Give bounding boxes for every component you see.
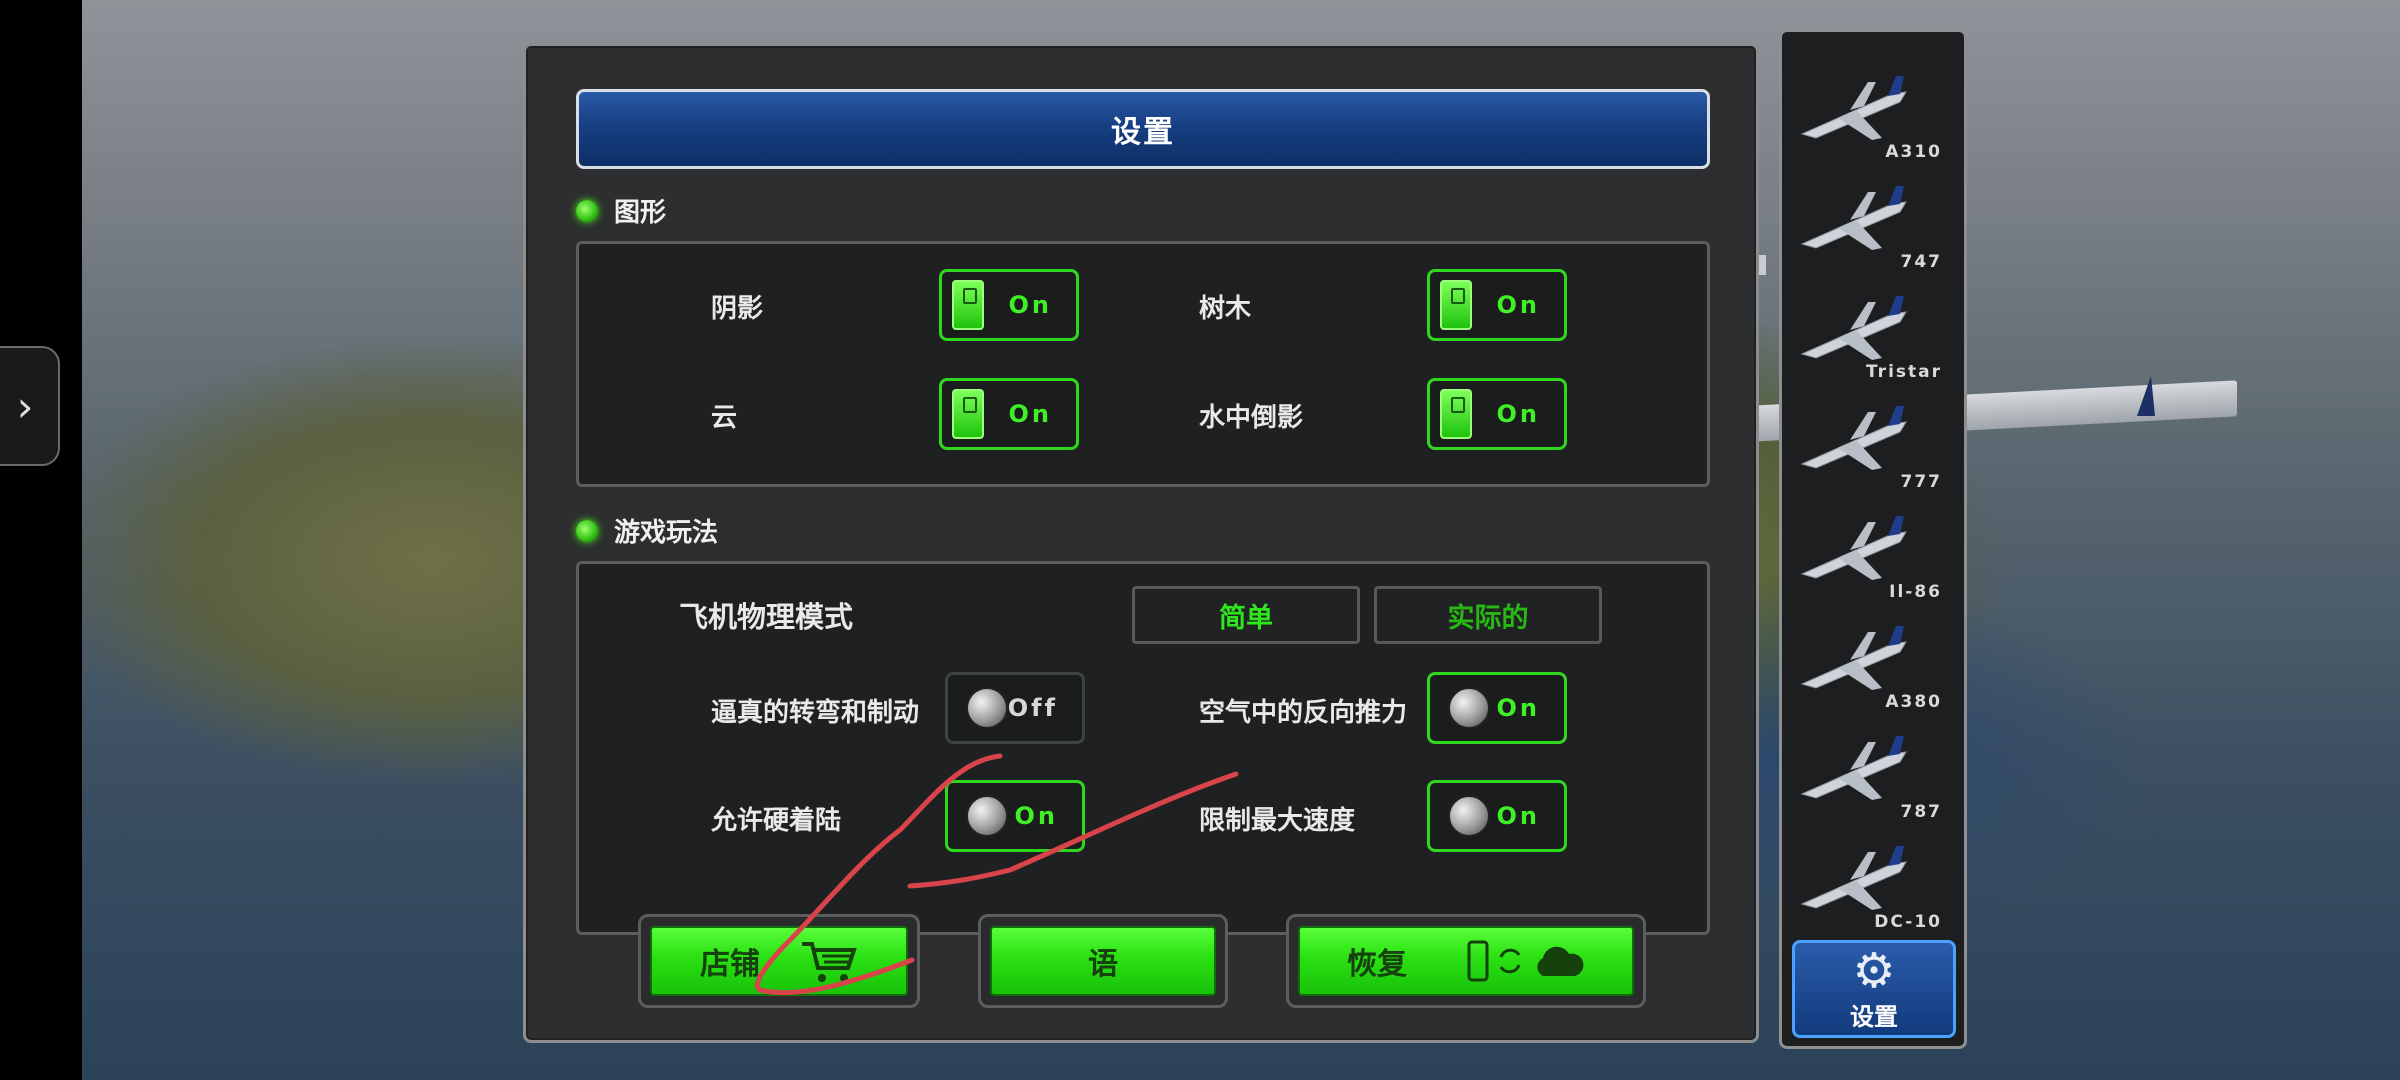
graphics-heading: 图形 — [614, 198, 667, 228]
aircraft-name: Il-86 — [1889, 582, 1942, 602]
gameplay-box: 飞机物理模式 简单 实际的 逼真的转弯和制动 Off 空气中的反向推力 On 允… — [576, 561, 1710, 935]
toggle-state: On — [1014, 802, 1058, 830]
toggle-state: On — [1496, 400, 1540, 428]
aircraft-item[interactable]: 787 — [1796, 728, 1950, 828]
physics-simple-button[interactable]: 简单 — [1132, 586, 1360, 644]
toggle-state: On — [1008, 400, 1052, 428]
gameplay-heading: 游戏玩法 — [614, 518, 719, 548]
aircraft-item[interactable]: A380 — [1796, 618, 1950, 718]
airplane-icon — [1800, 516, 1907, 580]
toggle-state: Off — [1007, 694, 1058, 722]
shopping-cart-icon — [802, 942, 857, 982]
status-dot-icon — [576, 199, 598, 222]
aircraft-name: 777 — [1900, 472, 1942, 492]
side-drawer-toggle[interactable]: › — [0, 346, 60, 466]
aircraft-item[interactable]: Tristar — [1796, 288, 1950, 388]
knob-icon — [966, 795, 1008, 837]
knob-icon — [966, 687, 1008, 729]
settings-tab[interactable]: ⚙ 设置 — [1792, 940, 1956, 1038]
aircraft-item[interactable]: 747 — [1796, 178, 1950, 278]
reverse-thrust-toggle[interactable]: On — [1427, 672, 1567, 744]
physics-realistic-button[interactable]: 实际的 — [1374, 586, 1602, 644]
aircraft-name: Tristar — [1865, 362, 1942, 382]
realistic-turning-label: 逼真的转弯和制动 — [711, 698, 920, 728]
graphics-box: 阴影 On 树木 On 云 On 水中倒影 On — [576, 241, 1710, 487]
aircraft-selector: A310 747 Tristar 777 Il-86 A380 787 DC-10 ⚙ 设置 — [1779, 29, 1967, 1049]
language-label: 语 — [1088, 947, 1118, 982]
aircraft-name: 787 — [1900, 802, 1942, 822]
aircraft-item[interactable]: Il-86 — [1796, 508, 1950, 608]
airplane-icon — [1800, 736, 1907, 800]
switch-icon — [1440, 280, 1472, 330]
trees-toggle[interactable]: On — [1427, 269, 1567, 341]
hard-landing-label: 允许硬着陆 — [711, 806, 842, 836]
restore-button[interactable]: 恢复 — [1286, 914, 1646, 1008]
graphics-section-header: 图形 — [576, 192, 666, 229]
clouds-toggle[interactable]: On — [939, 378, 1079, 450]
phone-icon — [1467, 940, 1489, 982]
knob-icon — [1448, 687, 1490, 729]
airplane-icon — [1800, 76, 1907, 140]
sync-icon — [1499, 948, 1521, 974]
clouds-label: 云 — [711, 403, 738, 433]
shop-label: 店铺 — [700, 947, 760, 982]
physics-mode-label: 飞机物理模式 — [679, 600, 854, 634]
shadows-label: 阴影 — [711, 294, 764, 324]
shadows-toggle[interactable]: On — [939, 269, 1079, 341]
aircraft-name: 747 — [1900, 252, 1942, 272]
switch-icon — [952, 280, 984, 330]
switch-icon — [952, 389, 984, 439]
settings-panel: 设置 图形 阴影 On 树木 On 云 On 水中倒影 On 游戏玩法 飞机物理… — [523, 43, 1759, 1043]
page-title: 设置 — [576, 89, 1710, 169]
toggle-state: On — [1496, 291, 1540, 319]
limit-max-speed-label: 限制最大速度 — [1199, 806, 1356, 836]
shop-button[interactable]: 店铺 — [638, 914, 920, 1008]
restore-label: 恢复 — [1347, 947, 1407, 982]
trees-label: 树木 — [1199, 294, 1252, 324]
airplane-icon — [1800, 296, 1907, 360]
gear-icon: ⚙ — [1852, 942, 1896, 999]
water-reflection-toggle[interactable]: On — [1427, 378, 1567, 450]
limit-max-speed-toggle[interactable]: On — [1427, 780, 1567, 852]
aircraft-item[interactable]: DC-10 — [1796, 838, 1950, 938]
airplane-icon — [1800, 846, 1907, 910]
chevron-right-icon: › — [16, 381, 34, 431]
airplane-icon — [1800, 406, 1907, 470]
airplane-icon — [1800, 626, 1907, 690]
airplane-wingtip — [2137, 376, 2155, 416]
aircraft-name: DC-10 — [1874, 912, 1942, 932]
settings-tab-label: 设置 — [1850, 1002, 1898, 1031]
gameplay-section-header: 游戏玩法 — [576, 512, 718, 549]
airplane-icon — [1800, 186, 1907, 250]
aircraft-name: A380 — [1885, 692, 1942, 712]
realistic-turning-toggle[interactable]: Off — [945, 672, 1085, 744]
aircraft-name: A310 — [1885, 142, 1942, 162]
toggle-state: On — [1496, 802, 1540, 830]
status-dot-icon — [576, 519, 598, 542]
reverse-thrust-label: 空气中的反向推力 — [1199, 698, 1408, 728]
knob-icon — [1448, 795, 1490, 837]
switch-icon — [1440, 389, 1472, 439]
toggle-state: On — [1496, 694, 1540, 722]
water-reflection-label: 水中倒影 — [1199, 403, 1304, 433]
hard-landing-toggle[interactable]: On — [945, 780, 1085, 852]
aircraft-item[interactable]: A310 — [1796, 68, 1950, 168]
aircraft-item[interactable]: 777 — [1796, 398, 1950, 498]
cloud-icon — [1537, 946, 1584, 976]
language-button[interactable]: 语 — [978, 914, 1228, 1008]
toggle-state: On — [1008, 291, 1052, 319]
